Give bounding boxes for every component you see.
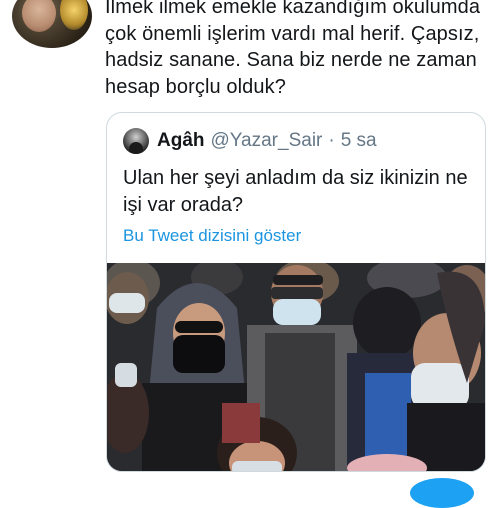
quoted-author-name[interactable]: Agâh	[157, 130, 205, 152]
show-thread-link[interactable]: Bu Tweet dizisini göster	[123, 226, 301, 246]
quoted-tweet-card[interactable]: Agâh @Yazar_Sair · 5 sa Ulan her şeyi an…	[106, 112, 486, 472]
author-avatar[interactable]	[12, 0, 92, 48]
quoted-author-handle[interactable]: @Yazar_Sair	[211, 130, 323, 152]
tweet-text: İlmek ilmek emekle kazandığım okulumda ç…	[105, 0, 481, 98]
quoted-tweet-header: Agâh @Yazar_Sair · 5 sa	[123, 127, 377, 155]
crowd-photo	[107, 263, 485, 471]
quoted-tweet-photo[interactable]	[107, 263, 485, 471]
next-tweet-avatar[interactable]	[410, 478, 474, 508]
quoted-tweet-time[interactable]: 5 sa	[341, 130, 377, 152]
avatar-face	[22, 0, 56, 32]
header-separator: ·	[328, 130, 335, 151]
quoted-tweet-text: Ulan her şeyi anladım da siz ikinizin ne…	[123, 167, 468, 216]
quoted-author-avatar[interactable]	[123, 128, 149, 154]
avatar-light	[60, 0, 88, 30]
